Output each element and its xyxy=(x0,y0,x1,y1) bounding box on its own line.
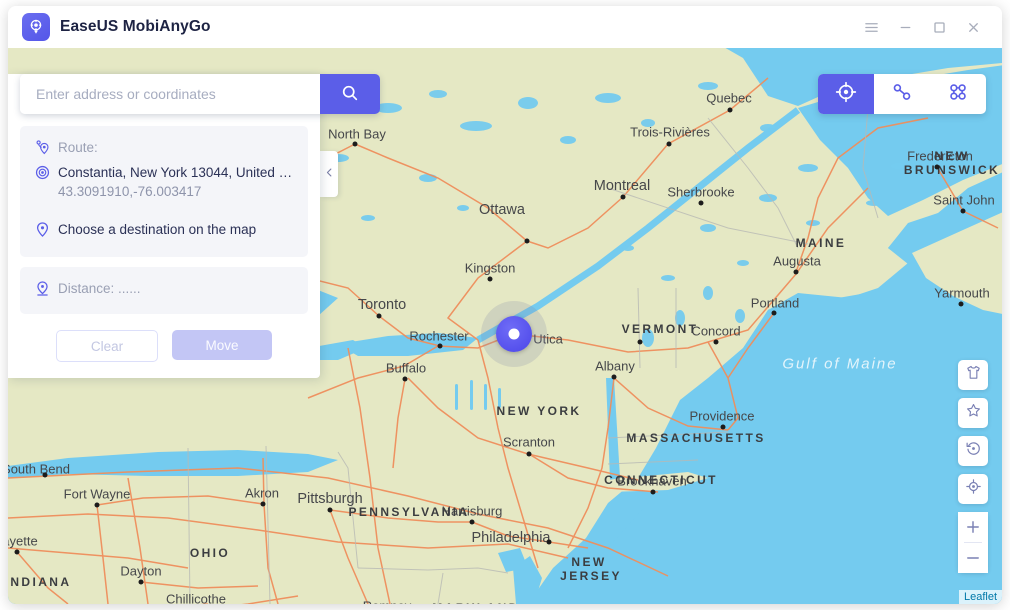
map-city-dot xyxy=(714,340,719,345)
route-label-row: Route: xyxy=(34,138,294,161)
crosshair-icon xyxy=(835,81,857,108)
map-city-dot xyxy=(772,311,777,316)
window-controls xyxy=(854,12,1002,42)
favorites-button[interactable] xyxy=(958,398,988,428)
map-pin-icon xyxy=(34,220,58,243)
close-button[interactable] xyxy=(956,12,990,42)
origin-address: Constantia, New York 13044, United Stat.… xyxy=(58,163,294,182)
history-icon xyxy=(965,440,982,462)
search-input[interactable] xyxy=(20,74,320,114)
map-city-dot xyxy=(699,201,704,206)
map-city-dot xyxy=(935,165,940,170)
map-city-dot xyxy=(612,375,617,380)
maximize-button[interactable] xyxy=(922,12,956,42)
tshirt-icon xyxy=(965,364,982,386)
minimize-button[interactable] xyxy=(888,12,922,42)
map-city-dot xyxy=(959,302,964,307)
history-button[interactable] xyxy=(958,436,988,466)
map-city-dot xyxy=(621,195,626,200)
distance-text: Distance: ...... xyxy=(58,279,294,299)
map-city-dot xyxy=(470,520,475,525)
map-city-dot xyxy=(667,142,672,147)
distance-pin-icon xyxy=(34,279,58,302)
route-pins-icon xyxy=(34,138,58,161)
locate-button[interactable] xyxy=(958,474,988,504)
search-button[interactable] xyxy=(320,74,380,114)
map-city-dot xyxy=(438,344,443,349)
zoom-controls xyxy=(958,512,988,573)
panel-collapse-button[interactable] xyxy=(320,151,338,197)
map-city-dot xyxy=(15,550,20,555)
application-window: EaseUS MobiAnyGo xyxy=(8,6,1002,604)
map-city-dot xyxy=(961,209,966,214)
map-city-dot xyxy=(403,377,408,382)
origin-row[interactable]: Constantia, New York 13044, United Stat.… xyxy=(34,163,294,202)
two-spot-route-icon xyxy=(891,81,913,108)
map-city-dot xyxy=(95,503,100,508)
destination-row[interactable]: Choose a destination on the map xyxy=(34,220,294,243)
map-city-dot xyxy=(638,340,643,345)
clear-button[interactable]: Clear xyxy=(56,330,158,362)
distance-card: Distance: ...... xyxy=(20,267,308,314)
marker-core xyxy=(509,329,520,340)
map-city-dot xyxy=(377,314,382,319)
route-spacer xyxy=(34,204,294,220)
leaflet-attribution[interactable]: Leaflet xyxy=(959,590,1002,604)
mode-switcher xyxy=(818,74,986,114)
map-city-dot xyxy=(525,239,530,244)
move-button[interactable]: Move xyxy=(172,330,272,360)
map-tool-controls xyxy=(958,360,988,573)
two-spot-mode-button[interactable] xyxy=(874,74,930,114)
panel-actions: Clear Move xyxy=(8,330,320,362)
locate-icon xyxy=(965,478,982,500)
menu-button[interactable] xyxy=(854,12,888,42)
map-city-dot xyxy=(488,277,493,282)
app-logo-icon xyxy=(22,13,50,41)
map-city-dot xyxy=(794,270,799,275)
map-city-dot xyxy=(721,425,726,430)
multi-spot-route-icon xyxy=(947,81,969,108)
map-city-dot xyxy=(261,502,266,507)
search-icon xyxy=(341,84,359,105)
map-city-dot xyxy=(353,142,358,147)
zoom-out-button[interactable] xyxy=(958,543,988,573)
zoom-in-button[interactable] xyxy=(958,512,988,542)
map-city-dot xyxy=(651,490,656,495)
origin-coords: 43.3091910,-76.003417 xyxy=(58,182,294,202)
map-city-dot xyxy=(527,452,532,457)
teleport-mode-button[interactable] xyxy=(818,74,874,114)
app-title: EaseUS MobiAnyGo xyxy=(60,18,211,36)
origin-text: Constantia, New York 13044, United Stat.… xyxy=(58,163,294,202)
destination-text: Choose a destination on the map xyxy=(58,220,294,240)
map-city-dot xyxy=(328,508,333,513)
star-icon xyxy=(965,402,982,424)
teleport-panel: Teleport Mode Route: xyxy=(8,74,320,378)
map-city-dot xyxy=(728,108,733,113)
map-city-dot xyxy=(43,473,48,478)
search-bar xyxy=(20,74,380,114)
multi-spot-mode-button[interactable] xyxy=(930,74,986,114)
cosplay-button[interactable] xyxy=(958,360,988,390)
chevron-left-icon xyxy=(324,165,335,183)
route-label: Route: xyxy=(58,138,294,158)
map-city-dot xyxy=(139,580,144,585)
distance-row: Distance: ...... xyxy=(34,279,294,302)
target-circle-icon xyxy=(34,163,58,186)
map-city-dot xyxy=(547,540,552,545)
route-card: Route: Constantia, New York 13044, Unite… xyxy=(20,126,308,257)
title-bar: EaseUS MobiAnyGo xyxy=(8,6,1002,48)
